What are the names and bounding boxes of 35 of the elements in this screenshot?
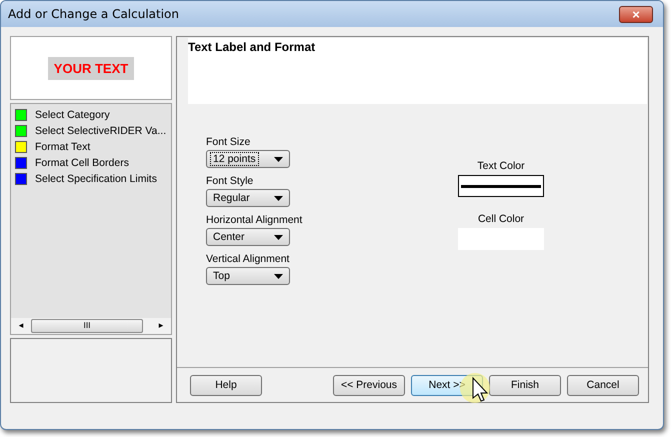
field-label: Font Style <box>206 175 254 187</box>
dropdown-value: 12 points <box>210 152 259 166</box>
dropdown-value: Regular <box>212 191 251 205</box>
dropdown[interactable]: Top <box>206 267 290 285</box>
dialog-button[interactable]: << Previous <box>333 374 405 396</box>
color-label: Text Color <box>477 160 525 172</box>
field-label: Horizontal Alignment <box>206 214 304 226</box>
preview-text: YOUR TEXT <box>48 56 134 80</box>
step-item[interactable]: Select Specification Limits <box>35 173 157 185</box>
field-label: Font Size <box>206 136 252 148</box>
caret-icon <box>274 274 283 278</box>
color-label: Cell Color <box>478 213 524 225</box>
field-label: Vertical Alignment <box>206 253 290 265</box>
dropdown[interactable]: Center <box>206 228 290 246</box>
scroll-right-button[interactable]: ▸ <box>155 321 167 331</box>
step-item[interactable]: Format Text <box>35 141 90 153</box>
step-item[interactable]: Select SelectiveRIDER Va... <box>35 125 166 137</box>
scroll-thumb[interactable]: III <box>31 319 143 333</box>
section-title: Text Label and Format <box>188 40 316 54</box>
caret-icon <box>274 156 283 162</box>
dialog-button[interactable]: Help <box>190 374 262 396</box>
dialog-button[interactable]: Finish <box>489 374 561 396</box>
dropdown-value: Top <box>212 269 231 283</box>
window-title: Add or Change a Calculation <box>8 7 180 21</box>
scroll-left-button[interactable]: ◂ <box>15 321 27 331</box>
color-swatch[interactable] <box>458 175 544 197</box>
dropdown[interactable]: 12 points <box>206 150 290 168</box>
step-item[interactable]: Format Cell Borders <box>35 157 129 169</box>
caret-icon <box>274 234 283 240</box>
step-item[interactable]: Select Category <box>35 109 110 121</box>
horizontal-scrollbar[interactable]: ◂ III ▸ <box>11 318 171 334</box>
dropdown[interactable]: Regular <box>206 189 290 207</box>
dropdown-value: Center <box>212 230 246 244</box>
caret-icon <box>274 196 283 200</box>
dialog-button[interactable]: Cancel <box>567 374 639 396</box>
